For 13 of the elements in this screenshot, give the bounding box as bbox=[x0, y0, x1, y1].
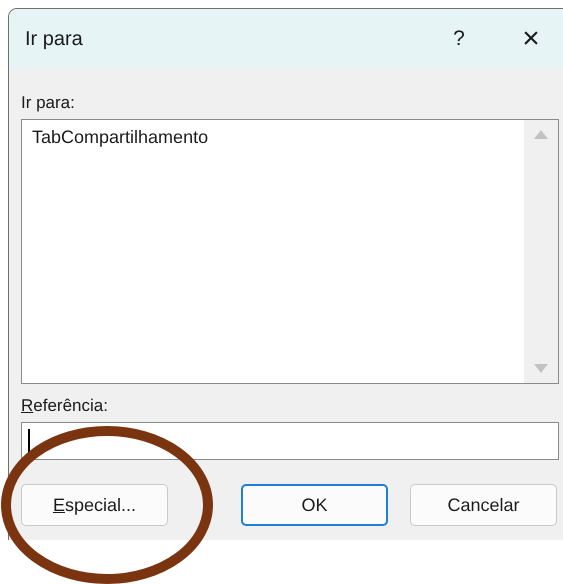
field-label: Referência: bbox=[21, 396, 109, 416]
list-item[interactable]: TabCompartilhamento bbox=[30, 126, 516, 149]
close-button[interactable]: × bbox=[511, 22, 551, 56]
goto-list[interactable]: TabCompartilhamento bbox=[21, 119, 559, 384]
help-button[interactable]: ? bbox=[439, 27, 479, 51]
field-label: Ir para: bbox=[21, 93, 76, 113]
reference-field[interactable] bbox=[21, 422, 559, 460]
scroll-down-icon[interactable] bbox=[534, 364, 548, 373]
window-title: Ir para bbox=[25, 28, 84, 50]
scroll-up-icon[interactable] bbox=[534, 130, 548, 139]
dialog-button[interactable]: OK bbox=[241, 484, 388, 526]
dialog-button[interactable]: Cancelar bbox=[410, 484, 557, 526]
dialog-button[interactable]: Especial... bbox=[21, 484, 168, 526]
